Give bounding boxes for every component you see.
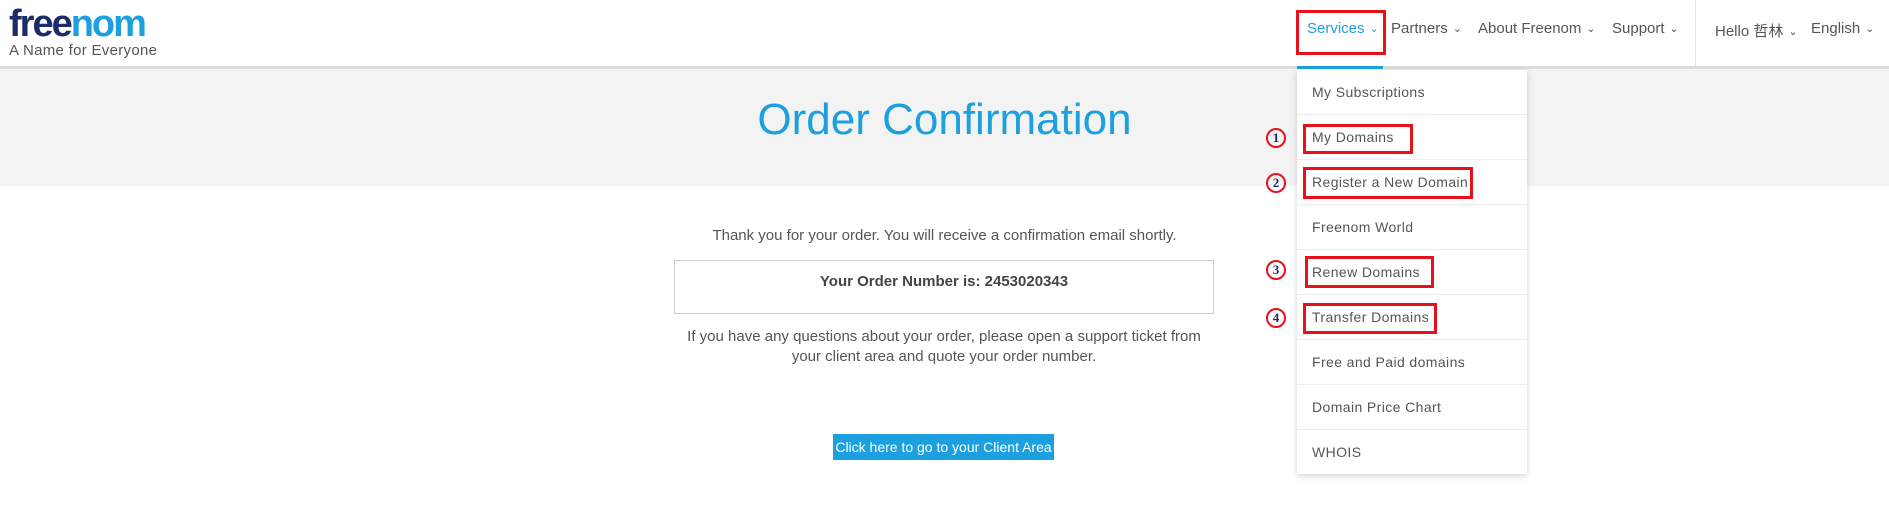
chevron-down-icon: ⌄ — [1865, 23, 1875, 35]
site-header: freenom A Name for Everyone Services ⌄ Pa… — [0, 0, 1889, 69]
freenom-logo[interactable]: freenom A Name for Everyone — [9, 4, 157, 59]
menu-item-renew-domains[interactable]: Renew Domains — [1297, 250, 1527, 295]
menu-item-domain-price-chart[interactable]: Domain Price Chart — [1297, 385, 1527, 430]
chevron-down-icon: ⌄ — [1452, 23, 1462, 35]
nav-divider — [1695, 0, 1696, 66]
menu-item-my-subscriptions[interactable]: My Subscriptions — [1297, 70, 1527, 115]
nav-language[interactable]: English ⌄ — [1811, 20, 1874, 37]
nav-services-label: Services — [1307, 20, 1365, 37]
nav-user-greeting: Hello 哲林 — [1715, 23, 1784, 40]
chevron-down-icon: ⌄ — [1369, 23, 1379, 35]
step-marker-1: 1 — [1266, 128, 1286, 148]
menu-item-freenom-world[interactable]: Freenom World — [1297, 205, 1527, 250]
logo-tagline: A Name for Everyone — [9, 42, 158, 59]
logo-wordmark: freenom — [9, 3, 147, 45]
page-title: Order Confirmation — [757, 95, 1132, 144]
menu-item-transfer-domains[interactable]: Transfer Domains — [1297, 295, 1527, 340]
menu-item-free-paid-domains[interactable]: Free and Paid domains — [1297, 340, 1527, 385]
menu-item-whois[interactable]: WHOIS — [1297, 430, 1527, 475]
order-number-box: Your Order Number is: 2453020343 — [674, 260, 1214, 314]
menu-item-register-domain[interactable]: Register a New Domain — [1297, 160, 1527, 205]
step-marker-3: 3 — [1266, 260, 1286, 280]
menu-item-my-domains[interactable]: My Domains — [1297, 115, 1527, 160]
step-marker-2: 2 — [1266, 173, 1286, 193]
support-instructions: If you have any questions about your ord… — [687, 328, 1201, 365]
chevron-down-icon: ⌄ — [1669, 23, 1679, 35]
chevron-down-icon: ⌄ — [1788, 26, 1798, 38]
nav-language-label: English — [1811, 20, 1861, 37]
order-number-text: Your Order Number is: 2453020343 — [819, 273, 1069, 290]
nav-user-menu[interactable]: Hello 哲林 ⌄ — [1715, 20, 1798, 41]
nav-partners-label: Partners — [1391, 20, 1448, 37]
nav-about[interactable]: About Freenom ⌄ — [1478, 20, 1596, 37]
nav-about-label: About Freenom — [1478, 20, 1582, 37]
nav-services[interactable]: Services ⌄ — [1307, 20, 1379, 37]
nav-support[interactable]: Support ⌄ — [1612, 20, 1679, 37]
chevron-down-icon: ⌄ — [1586, 23, 1596, 35]
thank-you-message: Thank you for your order. You will recei… — [712, 227, 1177, 244]
services-dropdown: My Subscriptions My Domains Register a N… — [1297, 70, 1527, 474]
nav-support-label: Support — [1612, 20, 1665, 37]
step-marker-4: 4 — [1266, 308, 1286, 328]
nav-partners[interactable]: Partners ⌄ — [1391, 20, 1462, 37]
client-area-button[interactable]: Click here to go to your Client Area — [833, 434, 1054, 460]
